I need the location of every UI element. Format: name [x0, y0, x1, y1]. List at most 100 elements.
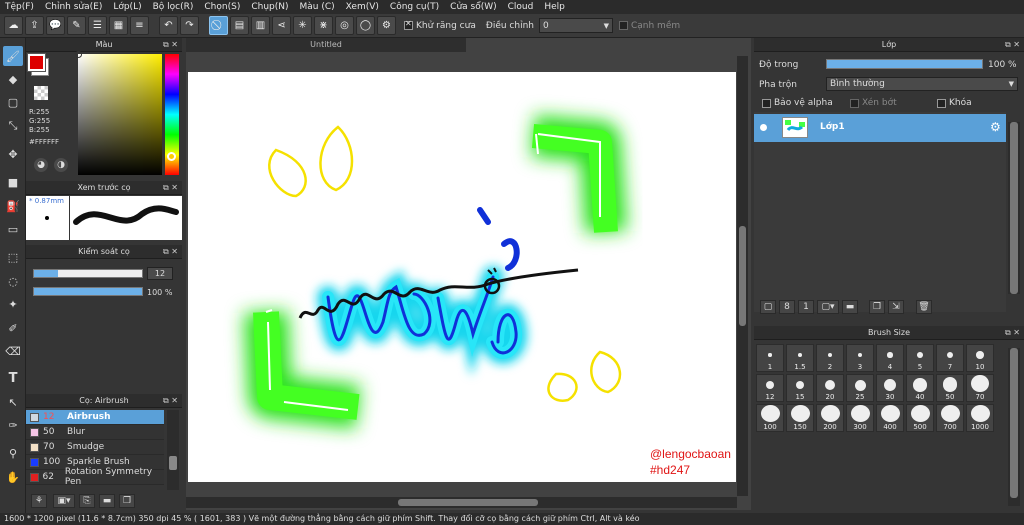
select-rect-tool-icon[interactable]: ⬚	[3, 247, 23, 267]
soft-edge-checkbox[interactable]	[618, 21, 628, 30]
layer-scroll-thumb[interactable]	[1010, 122, 1018, 294]
eraser-tool-icon[interactable]: ◆	[3, 69, 23, 89]
gradient-tool-icon[interactable]: ▭	[3, 219, 23, 239]
dot-line-tool-icon[interactable]: ⤡	[3, 116, 23, 136]
clipping-checkbox[interactable]	[850, 98, 859, 108]
parallel-snap-icon[interactable]: ▤	[230, 16, 249, 35]
menu-edit[interactable]: Chỉnh sửa(E)	[40, 0, 108, 14]
lock-checkbox[interactable]	[937, 98, 946, 108]
undo-icon[interactable]: ↶	[159, 16, 178, 35]
menu-layer[interactable]: Lớp(L)	[108, 0, 147, 14]
brush-size-option[interactable]: 40	[906, 374, 934, 402]
menu-view[interactable]: Xem(V)	[341, 0, 385, 14]
layer-opacity-slider[interactable]	[826, 59, 983, 69]
bucket-tool-icon[interactable]: ⛽	[3, 196, 23, 216]
palette-icon[interactable]: ◕	[34, 158, 48, 172]
operation-tool-icon[interactable]: ↖	[3, 392, 23, 412]
brush-folder-icon[interactable]: ▬	[99, 494, 115, 508]
canvas-vscroll-thumb[interactable]	[739, 226, 746, 326]
brush-item-smudge[interactable]: 70 Smudge	[26, 440, 164, 455]
brush-size-option[interactable]: 4	[876, 344, 904, 372]
brush-list-scroll-thumb[interactable]	[169, 456, 177, 470]
menu-filter[interactable]: Bộ lọc(R)	[148, 0, 200, 14]
new-8bit-layer-icon[interactable]: 8	[779, 300, 795, 314]
brush-copy-icon[interactable]: ⎘	[79, 494, 95, 508]
brush-size-option[interactable]: 70	[966, 374, 994, 402]
brush-size-option[interactable]: 30	[876, 374, 904, 402]
cloud-icon[interactable]: ☁	[4, 16, 23, 35]
brush-size-option[interactable]: 100	[756, 404, 784, 432]
delete-layer-icon[interactable]: 🗑	[916, 300, 932, 314]
brush-size-option[interactable]: 2	[816, 344, 844, 372]
duplicate-layer-icon[interactable]: ❐	[869, 300, 885, 314]
document-tab[interactable]: Untitled	[186, 38, 466, 52]
brush-size-scrollbar[interactable]	[1008, 348, 1020, 506]
curve-snap-icon[interactable]: ◯	[356, 16, 375, 35]
text-tool-icon[interactable]: T	[3, 368, 23, 388]
brush-size-option[interactable]: 10	[966, 344, 994, 372]
antialias-option[interactable]: Khử răng cưa	[404, 19, 476, 31]
brush-size-option[interactable]: 700	[936, 404, 964, 432]
layer-item[interactable]: Lớp1 ⚙	[754, 114, 1006, 142]
brush-size-option[interactable]: 400	[876, 404, 904, 432]
panel-close-icon[interactable]: ⧉ ✕	[163, 38, 178, 52]
grid-snap-icon[interactable]: ▥	[251, 16, 270, 35]
canvas-vertical-scrollbar[interactable]	[737, 56, 748, 496]
brush-size-option[interactable]: 1	[756, 344, 784, 372]
layer-list-scrollbar[interactable]	[1008, 122, 1020, 294]
canvas-horizontal-scrollbar[interactable]	[186, 497, 737, 508]
merge-layer-icon[interactable]: ⇲	[888, 300, 904, 314]
circle-snap-icon[interactable]: ◎	[335, 16, 354, 35]
brush-size-slider[interactable]	[33, 269, 143, 278]
snap-settings-icon[interactable]: ⚙	[377, 16, 396, 35]
hand-tool-icon[interactable]: ✋	[3, 467, 23, 487]
divide-tool-icon[interactable]: ✑	[3, 415, 23, 435]
antialias-checkbox[interactable]	[404, 19, 413, 30]
soft-edge-option[interactable]: Cạnh mềm	[618, 21, 680, 31]
menu-capture[interactable]: Chụp(N)	[246, 0, 294, 14]
brush-opacity-slider[interactable]	[33, 287, 143, 296]
vanishing-snap-icon[interactable]: ⋖	[272, 16, 291, 35]
brush-item-airbrush[interactable]: 12 Airbrush	[26, 410, 164, 425]
drawing-canvas[interactable]: @lengocbaoan #hd247	[188, 72, 736, 482]
blend-mode-select[interactable]: Bình thường ▼	[826, 77, 1018, 91]
canvas-hscroll-thumb[interactable]	[398, 499, 538, 506]
comment-icon[interactable]: 💬	[46, 16, 65, 35]
brush-list-scrollbar[interactable]	[167, 410, 179, 490]
hue-handle[interactable]	[167, 152, 176, 161]
menu-tools[interactable]: Công cụ(T)	[385, 0, 445, 14]
brush-size-option[interactable]: 7	[936, 344, 964, 372]
brush-size-option[interactable]: 20	[816, 374, 844, 402]
add-layer-menu-icon[interactable]: ▢▾	[817, 300, 839, 314]
brush-duplicate-icon[interactable]: ❐	[119, 494, 135, 508]
foreground-color-swatch[interactable]	[27, 53, 46, 72]
visibility-icon[interactable]	[760, 124, 767, 131]
color-picker-cursor[interactable]	[75, 51, 82, 58]
menu-help[interactable]: Help	[539, 0, 571, 14]
brush-size-option[interactable]: 300	[846, 404, 874, 432]
eyedropper-tool-icon[interactable]: ⚲	[3, 443, 23, 463]
adjust-select[interactable]: 0 ▼	[538, 18, 613, 33]
menu-select[interactable]: Chọn(S)	[199, 0, 246, 14]
transparent-color-icon[interactable]	[34, 86, 48, 100]
menu-list-icon[interactable]: ≡	[130, 16, 149, 35]
rect-select-tool-icon[interactable]: ▢	[3, 92, 23, 112]
protect-alpha-checkbox[interactable]	[762, 98, 771, 108]
fill-rect-tool-icon[interactable]: ■	[3, 172, 23, 192]
radial-snap-icon[interactable]: ✳	[293, 16, 312, 35]
panel-close-icon[interactable]: ⧉ ✕	[1005, 326, 1020, 340]
layer-settings-icon[interactable]: ⚙	[990, 120, 1001, 134]
brush-size-option[interactable]: 5	[906, 344, 934, 372]
brush-size-scroll-thumb[interactable]	[1010, 348, 1018, 498]
brush-size-option[interactable]: 15	[786, 374, 814, 402]
magic-wand-tool-icon[interactable]: ✦	[3, 294, 23, 314]
layer-list-icon[interactable]: ☰	[88, 16, 107, 35]
brush-item-rotation-symmetry[interactable]: 62 Rotation Symmetry Pen	[26, 467, 164, 487]
brush-size-option[interactable]: 200	[816, 404, 844, 432]
brush-size-option[interactable]: 150	[786, 404, 814, 432]
hue-slider[interactable]	[165, 54, 179, 175]
brush-size-option[interactable]: 500	[906, 404, 934, 432]
lasso-tool-icon[interactable]: ◌	[3, 271, 23, 291]
menu-window[interactable]: Cửa sổ(W)	[445, 0, 502, 14]
menu-file[interactable]: Tệp(F)	[0, 0, 40, 14]
